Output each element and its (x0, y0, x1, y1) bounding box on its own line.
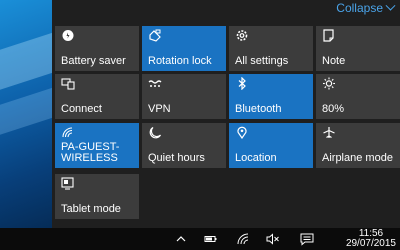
chevron-up-icon[interactable] (174, 232, 188, 246)
vpn-icon (148, 77, 162, 90)
tile-label: Connect (61, 103, 102, 115)
volume-muted-icon[interactable] (266, 232, 280, 246)
tile-label: Rotation lock (148, 55, 212, 67)
tile-battery-saver[interactable]: Battery saver (55, 26, 139, 71)
battery-icon[interactable] (204, 232, 218, 246)
collapse-label: Collapse (336, 1, 383, 15)
wifi-icon (61, 126, 75, 139)
tile-all-settings[interactable]: All settings (229, 26, 313, 71)
rotation-lock-icon (148, 29, 162, 42)
tile-label-line: WIRELESS (61, 152, 118, 164)
tile-vpn[interactable]: VPN (142, 74, 226, 119)
tablet-mode-icon (61, 177, 75, 190)
connect-icon (61, 77, 75, 90)
tile-label: Location (235, 152, 277, 164)
wallpaper-light-beam (0, 27, 52, 93)
action-center-icon[interactable] (300, 232, 314, 246)
moon-icon (148, 126, 162, 139)
location-icon (235, 126, 249, 139)
bluetooth-icon (235, 77, 249, 90)
battery-saver-icon (61, 29, 75, 42)
tile-label: 80% (322, 103, 345, 115)
gear-icon (235, 29, 249, 42)
tile-label: PA-GUEST- WIRELESS (61, 142, 136, 164)
wallpaper-light-beam (0, 82, 52, 138)
tile-label: VPN (148, 103, 171, 115)
tile-rotation-lock[interactable]: Rotation lock (142, 26, 226, 71)
tile-label: Battery saver (61, 55, 126, 67)
brightness-icon (322, 77, 336, 90)
tile-label: All settings (235, 55, 289, 67)
tile-airplane-mode[interactable]: Airplane mode (316, 123, 400, 168)
tile-quiet-hours[interactable]: Quiet hours (142, 123, 226, 168)
airplane-icon (322, 126, 336, 139)
tile-label: Quiet hours (148, 152, 205, 164)
clock-date: 29/07/2015 (345, 238, 396, 249)
wifi-icon[interactable] (236, 232, 250, 246)
tile-location[interactable]: Location (229, 123, 313, 168)
taskbar-clock[interactable]: 11:56 29/07/2015 (346, 229, 396, 249)
tile-label: Airplane mode (322, 152, 393, 164)
desktop-wallpaper (0, 0, 52, 228)
tile-tablet-mode[interactable]: Tablet mode (55, 174, 139, 219)
tile-label: Note (322, 55, 346, 67)
action-center-panel: Collapse Battery saver Rotation lock All… (52, 0, 400, 228)
chevron-down-icon (385, 0, 396, 11)
tile-connect[interactable]: Connect (55, 74, 139, 119)
tile-note[interactable]: Note (316, 26, 400, 71)
tile-brightness[interactable]: 80% (316, 74, 400, 119)
note-icon (322, 29, 336, 42)
tile-bluetooth[interactable]: Bluetooth (229, 74, 313, 119)
collapse-button[interactable]: Collapse (336, 0, 396, 16)
tile-label: Bluetooth (235, 103, 282, 115)
tile-wifi[interactable]: PA-GUEST- WIRELESS (55, 123, 139, 168)
taskbar: 11:56 29/07/2015 (0, 228, 400, 250)
tile-label: Tablet mode (61, 203, 121, 215)
